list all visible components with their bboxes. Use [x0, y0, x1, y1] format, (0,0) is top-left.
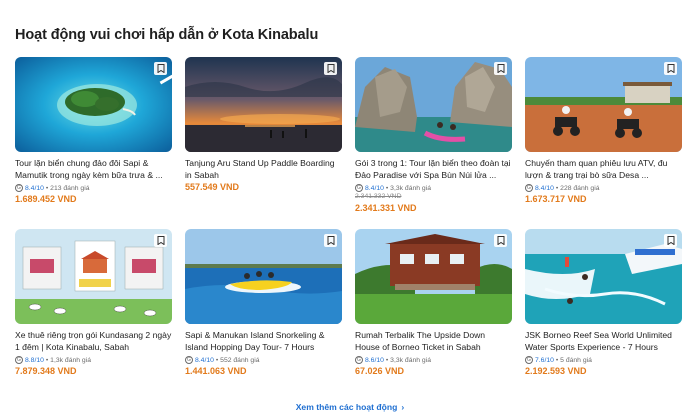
rating-row: G 7.6/10 • 5 đánh giá — [525, 355, 682, 365]
activity-price: 7.879.348 VND — [15, 366, 77, 376]
activity-price: 1.689.452 VND — [15, 194, 77, 204]
upside-down-house-image — [355, 229, 512, 324]
review-count: • 1,3k đánh giá — [45, 356, 91, 364]
activity-thumbnail — [15, 57, 172, 152]
activity-thumbnail — [525, 229, 682, 324]
rating-score: 8.4/10 — [25, 184, 44, 192]
bookmark-icon[interactable] — [494, 234, 507, 247]
activity-thumbnail — [355, 229, 512, 324]
rating-score: 8.4/10 — [535, 184, 554, 192]
kayak-rocks-image — [355, 57, 512, 152]
google-icon: G — [185, 356, 193, 364]
sunset-paddle-image — [185, 57, 342, 152]
activity-card[interactable]: Tour lặn biển chung đảo đôi Sapi & Mamut… — [15, 57, 172, 229]
activity-title[interactable]: Tour lặn biển chung đảo đôi Sapi & Mamut… — [15, 158, 172, 181]
activity-card[interactable]: Chuyến tham quan phiêu lưu ATV, đu lượn … — [525, 57, 682, 229]
rating-score: 8.4/10 — [195, 356, 214, 364]
bookmark-icon[interactable] — [154, 62, 167, 75]
rating-row: G 8.4/10 • 552 đánh giá — [185, 355, 342, 365]
activity-title[interactable]: Rumah Terbalik The Upside Down House of … — [355, 330, 512, 353]
activity-card[interactable]: Rumah Terbalik The Upside Down House of … — [355, 229, 512, 401]
activity-price: 1.673.717 VND — [525, 194, 587, 204]
rating-score: 8.8/10 — [25, 356, 44, 364]
bookmark-icon[interactable] — [324, 234, 337, 247]
google-icon: G — [355, 356, 363, 364]
activity-title[interactable]: JSK Borneo Reef Sea World Unlimited Wate… — [525, 330, 682, 353]
kundasang-illustration-image — [15, 229, 172, 324]
google-icon: G — [355, 184, 363, 192]
google-icon: G — [15, 356, 23, 364]
rating-row: G 8.6/10 • 3,3k đánh giá — [355, 355, 512, 365]
activities-page: Hoạt động vui chơi hấp dẫn ở Kota Kinaba… — [0, 0, 700, 420]
section-title: Hoạt động vui chơi hấp dẫn ở Kota Kinaba… — [15, 27, 319, 43]
rating-score: 8.4/10 — [365, 184, 384, 192]
see-more-link[interactable]: Xem thêm các hoạt động › — [0, 402, 700, 412]
chevron-right-icon: › — [401, 402, 405, 412]
review-count: • 3,3k đánh giá — [385, 184, 431, 192]
rating-row: G 8.4/10 • 213 đánh giá — [15, 183, 172, 193]
water-park-image — [525, 229, 682, 324]
activity-thumbnail — [355, 57, 512, 152]
bookmark-icon[interactable] — [494, 62, 507, 75]
see-more-label: Xem thêm các hoạt động — [295, 402, 398, 412]
bookmark-icon[interactable] — [324, 62, 337, 75]
activity-price: 1.441.063 VND — [185, 366, 247, 376]
activity-price: 557.549 VND — [185, 182, 240, 192]
original-price: 2.341.332 VND — [355, 193, 402, 200]
island-aerial-image — [15, 57, 172, 152]
activity-grid: Tour lặn biển chung đảo đôi Sapi & Mamut… — [15, 57, 683, 401]
review-count: • 213 đánh giá — [45, 184, 90, 192]
activity-price: 2.341.331 VND — [355, 203, 417, 213]
atv-adventure-image — [525, 57, 682, 152]
activity-title[interactable]: Gói 3 trong 1: Tour lặn biển theo đoàn t… — [355, 158, 512, 181]
google-icon: G — [525, 356, 533, 364]
banana-boat-image — [185, 229, 342, 324]
activity-title[interactable]: Tanjung Aru Stand Up Paddle Boarding in … — [185, 158, 342, 181]
review-count: • 228 đánh giá — [555, 184, 600, 192]
rating-row: G 8.8/10 • 1,3k đánh giá — [15, 355, 172, 365]
bookmark-icon[interactable] — [664, 62, 677, 75]
activity-card[interactable]: Gói 3 trong 1: Tour lặn biển theo đoàn t… — [355, 57, 512, 229]
activity-card[interactable]: Xe thuê riêng trọn gói Kundasang 2 ngày … — [15, 229, 172, 401]
activity-thumbnail — [525, 57, 682, 152]
activity-thumbnail — [185, 57, 342, 152]
rating-score: 7.6/10 — [535, 356, 554, 364]
rating-score: 8.6/10 — [365, 356, 384, 364]
rating-row: G 8.4/10 • 228 đánh giá — [525, 183, 682, 193]
activity-thumbnail — [15, 229, 172, 324]
bookmark-icon[interactable] — [154, 234, 167, 247]
activity-price: 2.192.593 VND — [525, 366, 587, 376]
activity-title[interactable]: Sapi & Manukan Island Snorkeling & Islan… — [185, 330, 342, 353]
activity-thumbnail — [185, 229, 342, 324]
review-count: • 3,3k đánh giá — [385, 356, 431, 364]
activity-price: 67.026 VND — [355, 366, 405, 376]
google-icon: G — [15, 184, 23, 192]
activity-card[interactable]: Sapi & Manukan Island Snorkeling & Islan… — [185, 229, 342, 401]
activity-title[interactable]: Xe thuê riêng trọn gói Kundasang 2 ngày … — [15, 330, 172, 353]
activity-title[interactable]: Chuyến tham quan phiêu lưu ATV, đu lượn … — [525, 158, 682, 181]
rating-row: G 8.4/10 • 3,3k đánh giá — [355, 183, 512, 193]
bookmark-icon[interactable] — [664, 234, 677, 247]
review-count: • 5 đánh giá — [555, 356, 592, 364]
google-icon: G — [525, 184, 533, 192]
activity-card[interactable]: Tanjung Aru Stand Up Paddle Boarding in … — [185, 57, 342, 229]
review-count: • 552 đánh giá — [215, 356, 260, 364]
activity-card[interactable]: JSK Borneo Reef Sea World Unlimited Wate… — [525, 229, 682, 401]
